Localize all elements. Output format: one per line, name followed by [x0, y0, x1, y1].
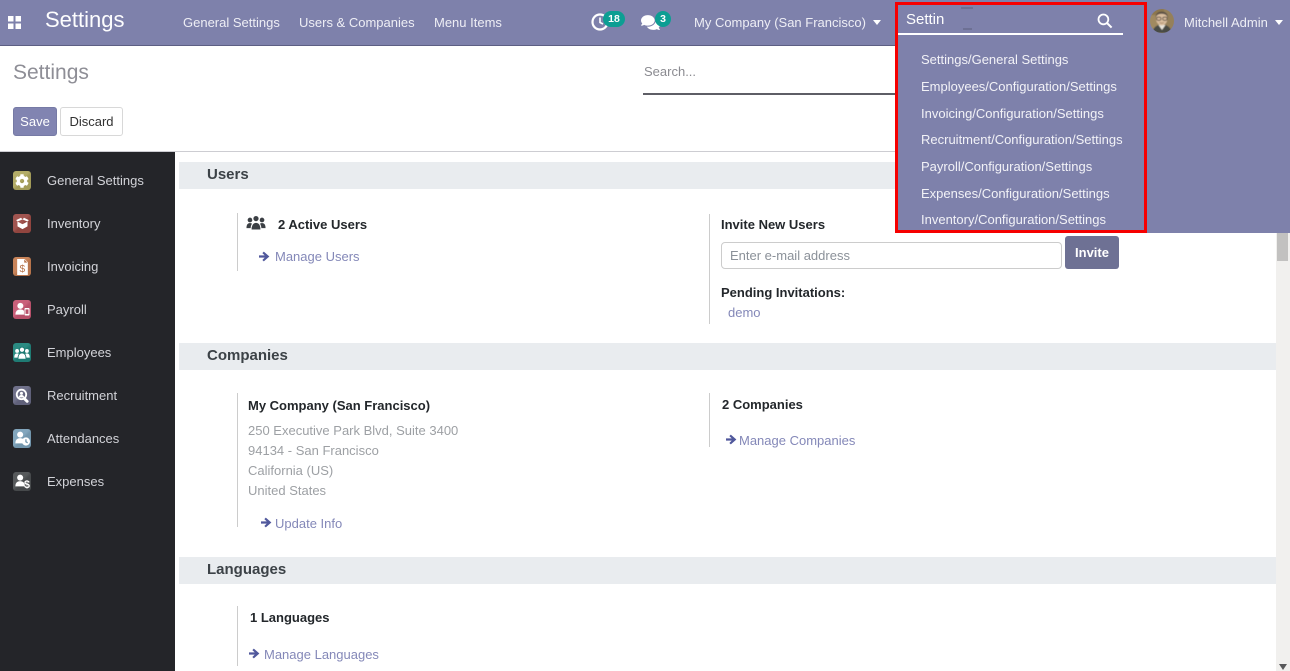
- svg-text:$: $: [20, 263, 26, 274]
- svg-text:$: $: [24, 479, 30, 489]
